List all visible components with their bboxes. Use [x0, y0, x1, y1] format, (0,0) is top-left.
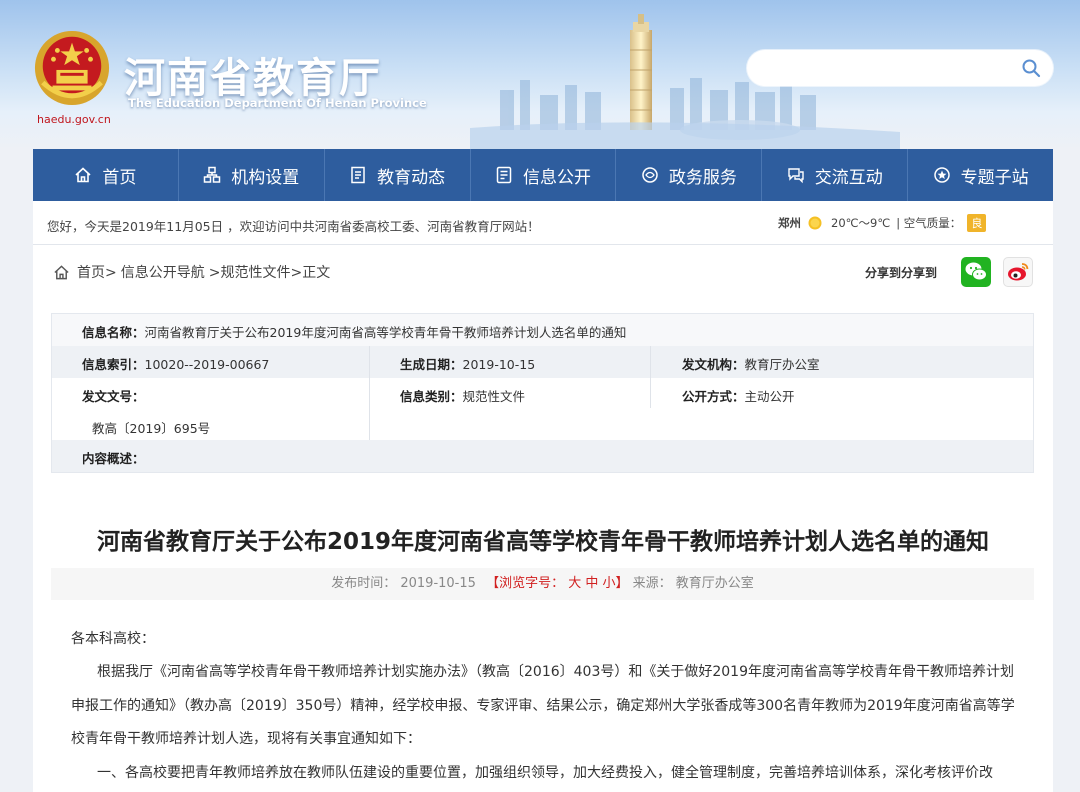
chat-icon — [788, 168, 804, 184]
wechat-share-button[interactable] — [961, 257, 991, 287]
article-paragraph: 申报工作的通知》（教办高〔2019〕350号）精神，经学校申报、专家评审、结果公… — [71, 698, 1015, 714]
weather-temp: 20℃～9℃ — [831, 216, 891, 230]
info-date-label: 生成日期： — [400, 357, 463, 372]
info-doc-value: 教高〔2019〕695号 — [92, 421, 211, 436]
weather-widget: 郑州 20℃～9℃ | 空气质量： 良 — [778, 214, 987, 232]
nav-item-service[interactable]: 政务服务 — [616, 149, 763, 201]
nav-item-home[interactable]: 首页 — [33, 149, 179, 201]
info-row-name: 信息名称：河南省教育厅关于公布2019年度河南省高等学校青年骨干教师培养计划人选… — [52, 314, 1033, 346]
meta-source: 来源： 教育厅办公室 — [632, 576, 754, 591]
info-category-value: 规范性文件 — [462, 389, 526, 404]
nav-label: 专题子站 — [960, 167, 1029, 188]
info-row-doc: 发文文号： 教高〔2019〕695号 信息类别：规范性文件 公开方式：主动公开 — [52, 378, 1033, 440]
share-label: 分享到分享到 — [864, 265, 937, 280]
service-icon — [642, 167, 658, 183]
breadcrumb-info-nav[interactable]: 信息公开导航 — [121, 262, 205, 282]
info-summary-cell: 内容概述： — [82, 448, 145, 467]
info-index-label: 信息索引： — [82, 357, 145, 372]
topic-icon — [933, 167, 950, 183]
nav-item-interaction[interactable]: 交流互动 — [762, 149, 909, 201]
font-size-control[interactable]: 【浏览字号： 大 中 小】 — [486, 576, 628, 591]
breadcrumb-home[interactable]: 首页> — [77, 262, 117, 282]
article-paragraph: 根据我厅《河南省高等学校青年骨干教师培养计划实施办法》（教高〔2016〕403号… — [97, 664, 1014, 680]
info-date-value: 2019-10-15 — [462, 357, 536, 372]
weather-city: 郑州 — [778, 216, 801, 230]
wechat-icon — [965, 262, 987, 281]
weibo-share-button[interactable] — [1003, 257, 1033, 287]
meta-date: 发布时间： 2019-10-15 — [331, 576, 476, 591]
info-name-label: 信息名称： — [82, 325, 145, 340]
breadcrumb-regulations[interactable]: >规范性文件 — [209, 262, 291, 282]
table-divider — [369, 346, 370, 440]
org-icon — [204, 166, 221, 183]
info-index-value: 10020--2019-00667 — [144, 357, 270, 372]
info-open-label: 公开方式： — [682, 389, 745, 404]
share-bar: 分享到分享到 — [865, 257, 1033, 287]
info-row-summary: 内容概述： — [52, 440, 1033, 472]
info-org-cell: 发文机构：教育厅办公室 — [682, 354, 820, 373]
info-open-value: 主动公开 — [744, 389, 795, 404]
search-box[interactable] — [747, 50, 1053, 86]
info-name-cell: 信息名称：河南省教育厅关于公布2019年度河南省高等学校青年骨干教师培养计划人选… — [82, 322, 626, 341]
site-subtitle: The Education Department Of Henan Provin… — [128, 96, 427, 110]
nav-item-topics[interactable]: 专题子站 — [908, 149, 1053, 201]
info-table: 信息名称：河南省教育厅关于公布2019年度河南省高等学校青年骨干教师培养计划人选… — [51, 313, 1034, 473]
main-nav: 首页 机构设置 教育动态 信息公开 政务服务 交流互动 专题子站 — [33, 149, 1053, 201]
sun-icon — [808, 216, 822, 230]
article-paragraph: 校青年骨干教师培养计划人选，现将有关事宜通知如下： — [71, 731, 421, 747]
site-url: haedu.gov.cn — [37, 113, 111, 126]
welcome-bar: 您好，今天是2019年11月05日 ，欢迎访问中共河南省委高校工委、河南省教育厅… — [33, 201, 1053, 245]
home-icon — [54, 264, 69, 279]
info-open-cell: 公开方式：主动公开 — [682, 386, 795, 405]
nav-label: 信息公开 — [523, 167, 591, 188]
header-banner: haedu.gov.cn 河南省教育厅 The Education Depart… — [0, 0, 1080, 150]
nav-label: 政务服务 — [668, 167, 737, 188]
nav-item-news[interactable]: 教育动态 — [325, 149, 471, 201]
table-divider — [650, 346, 651, 408]
info-category-cell: 信息类别：规范性文件 — [400, 386, 525, 405]
nav-label: 交流互动 — [814, 167, 883, 188]
site-title: 河南省教育厅 — [124, 54, 382, 102]
info-category-label: 信息类别： — [400, 389, 463, 404]
info-date-cell: 生成日期：2019-10-15 — [400, 354, 535, 373]
nav-label: 首页 — [102, 167, 137, 188]
document-icon — [496, 166, 512, 184]
search-icon[interactable] — [1021, 58, 1041, 78]
news-icon — [351, 166, 365, 184]
article-paragraph: 各本科高校： — [71, 631, 155, 647]
nav-label: 机构设置 — [231, 167, 300, 188]
article-title: 河南省教育厅关于公布2019年度河南省高等学校青年骨干教师培养计划人选名单的通知 — [96, 529, 989, 555]
info-org-label: 发文机构： — [682, 357, 745, 372]
info-row-index: 信息索引：10020--2019-00667 生成日期：2019-10-15 发… — [52, 346, 1033, 378]
welcome-text: 您好，今天是2019年11月05日 ，欢迎访问中共河南省委高校工委、河南省教育厅… — [47, 219, 540, 234]
aqi-badge: 良 — [967, 214, 987, 232]
info-name-value: 河南省教育厅关于公布2019年度河南省高等学校青年骨干教师培养计划人选名单的通知 — [144, 325, 627, 340]
article-paragraph: 一、各高校要把青年教师培养放在教师队伍建设的重要位置，加强组织领导，加大经费投入… — [97, 765, 993, 781]
national-emblem-logo — [34, 30, 110, 106]
info-doc-label-cell: 发文文号： — [82, 386, 145, 405]
info-org-value: 教育厅办公室 — [744, 357, 820, 372]
info-summary-label: 内容概述： — [82, 451, 145, 466]
article-meta: 发布时间： 2019-10-15 【浏览字号： 大 中 小】 来源： 教育厅办公… — [51, 568, 1034, 600]
nav-label: 教育动态 — [377, 167, 446, 188]
breadcrumb-current: >正文 — [290, 265, 331, 281]
home-icon — [75, 167, 91, 183]
nav-item-info[interactable]: 信息公开 — [471, 149, 617, 201]
search-input[interactable] — [763, 58, 1013, 78]
breadcrumb: 首页> 信息公开导航 >规范性文件 >正文 — [53, 262, 330, 282]
content-panel: 首页> 信息公开导航 >规范性文件 >正文 分享到分享到 信息名称：河南省教育厅… — [33, 245, 1053, 792]
info-index-cell: 信息索引：10020--2019-00667 — [82, 354, 269, 373]
info-doc-label: 发文文号： — [82, 389, 145, 404]
aqi-label: | 空气质量： — [896, 216, 962, 230]
nav-item-org[interactable]: 机构设置 — [179, 149, 325, 201]
weibo-icon — [1008, 263, 1029, 281]
